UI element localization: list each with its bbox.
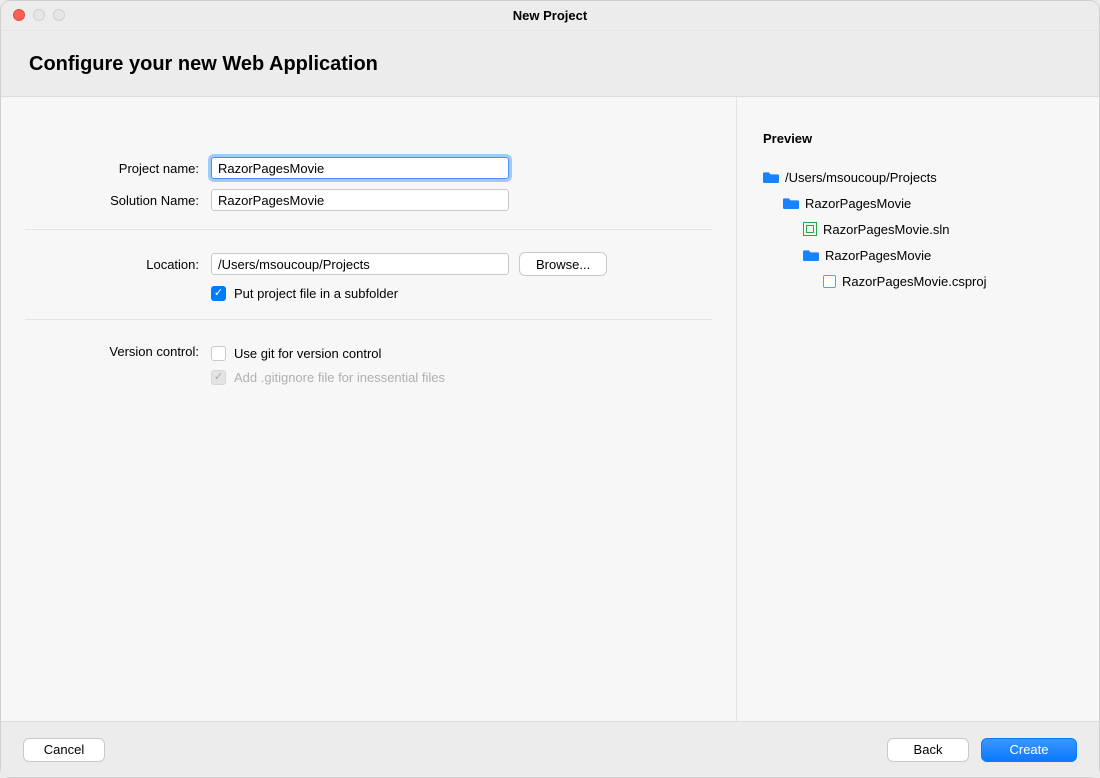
gitignore-checkbox: ✓ [211, 370, 226, 385]
subfolder-checkbox-label: Put project file in a subfolder [234, 286, 398, 301]
tree-label: RazorPagesMovie.sln [823, 222, 949, 237]
close-window-icon[interactable] [13, 9, 25, 21]
new-project-window: New Project Configure your new Web Appli… [0, 0, 1100, 778]
use-git-checkbox[interactable] [211, 346, 226, 361]
zoom-window-icon [53, 9, 65, 21]
preview-tree: /Users/msoucoup/Projects RazorPagesMovie… [763, 164, 1075, 294]
tree-label: RazorPagesMovie.csproj [842, 274, 987, 289]
dialog-footer: Cancel Back Create [1, 721, 1099, 777]
use-git-checkbox-row[interactable]: Use git for version control [211, 342, 445, 364]
tree-row-root: /Users/msoucoup/Projects [763, 164, 1075, 190]
page-title: Configure your new Web Application [29, 53, 1073, 76]
create-button[interactable]: Create [981, 738, 1077, 762]
location-input[interactable] [211, 253, 509, 275]
window-title: New Project [513, 8, 587, 23]
folder-icon [763, 170, 779, 184]
browse-button[interactable]: Browse... [519, 252, 607, 276]
subfolder-checkbox[interactable]: ✓ [211, 286, 226, 301]
project-name-row: Project name: [25, 157, 712, 179]
project-name-input[interactable] [211, 157, 509, 179]
preview-title: Preview [763, 131, 1075, 146]
back-button[interactable]: Back [887, 738, 969, 762]
folder-icon [803, 248, 819, 262]
gitignore-checkbox-label: Add .gitignore file for inessential file… [234, 370, 445, 385]
sln-file-icon [803, 222, 817, 236]
separator [25, 319, 712, 320]
cancel-button[interactable]: Cancel [23, 738, 105, 762]
version-control-row: Version control: Use git for version con… [25, 342, 712, 390]
tree-label: /Users/msoucoup/Projects [785, 170, 937, 185]
project-name-label: Project name: [25, 161, 211, 176]
form-pane: Project name: Solution Name: Location: B… [1, 97, 736, 721]
folder-icon [783, 196, 799, 210]
titlebar: New Project [1, 1, 1099, 31]
minimize-window-icon [33, 9, 45, 21]
solution-name-input[interactable] [211, 189, 509, 211]
tree-row-solution-folder: RazorPagesMovie [763, 190, 1075, 216]
csproj-file-icon [823, 275, 836, 288]
solution-name-row: Solution Name: [25, 189, 712, 211]
preview-pane: Preview /Users/msoucoup/Projects RazorPa… [736, 97, 1099, 721]
tree-label: RazorPagesMovie [825, 248, 931, 263]
tree-row-csproj: RazorPagesMovie.csproj [763, 268, 1075, 294]
version-control-label: Version control: [25, 342, 211, 359]
subfolder-checkbox-row[interactable]: ✓ Put project file in a subfolder [211, 286, 712, 301]
location-row: Location: Browse... [25, 252, 712, 276]
tree-row-project-folder: RazorPagesMovie [763, 242, 1075, 268]
content-area: Project name: Solution Name: Location: B… [1, 97, 1099, 721]
location-label: Location: [25, 257, 211, 272]
window-controls [13, 9, 65, 21]
solution-name-label: Solution Name: [25, 193, 211, 208]
tree-row-sln: RazorPagesMovie.sln [763, 216, 1075, 242]
page-header: Configure your new Web Application [1, 31, 1099, 97]
separator [25, 229, 712, 230]
use-git-checkbox-label: Use git for version control [234, 346, 381, 361]
gitignore-checkbox-row: ✓ Add .gitignore file for inessential fi… [211, 364, 445, 390]
version-control-controls: Use git for version control ✓ Add .gitig… [211, 342, 445, 390]
tree-label: RazorPagesMovie [805, 196, 911, 211]
